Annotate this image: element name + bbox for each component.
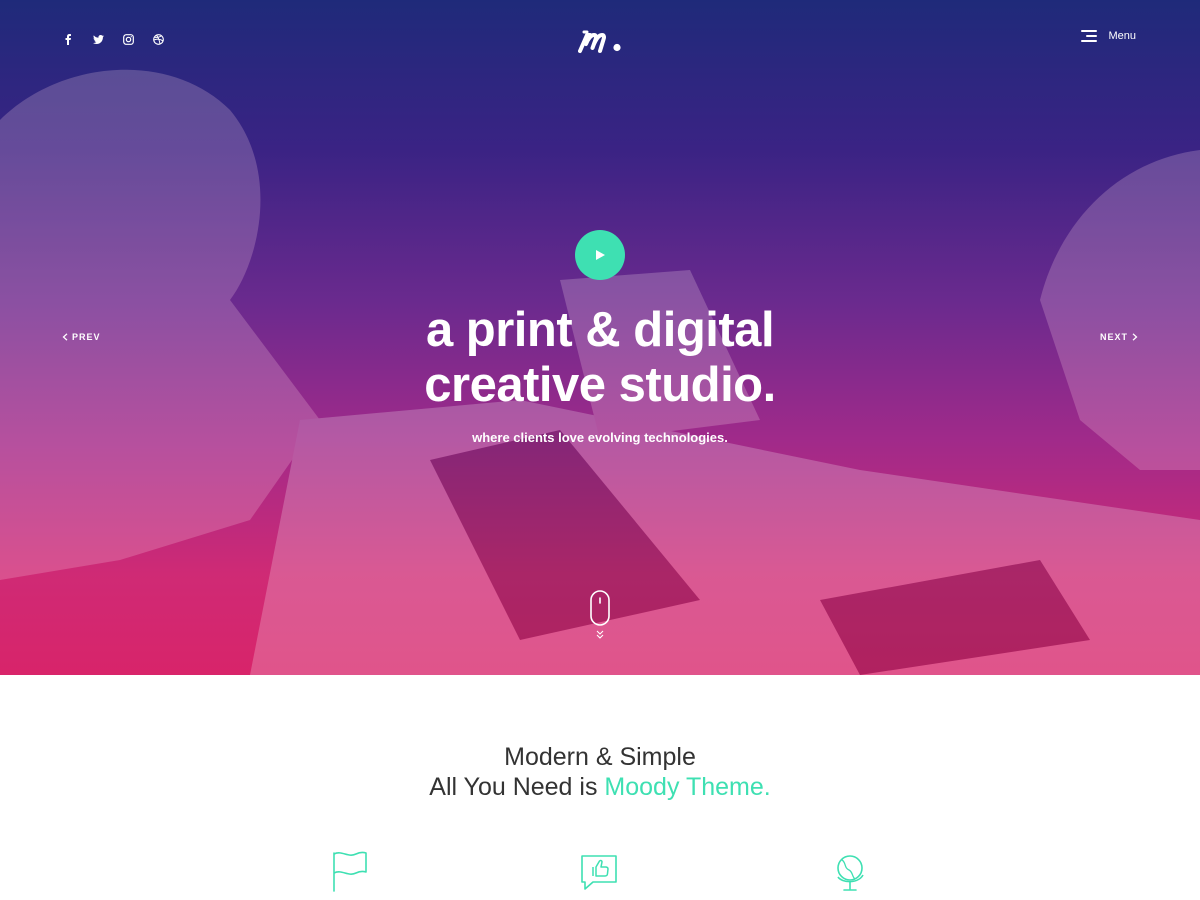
intro-line2: All You Need is Moody Theme. (0, 772, 1200, 802)
menu-label: Menu (1108, 30, 1136, 42)
hero-subtitle: where clients love evolving technologies… (472, 430, 728, 445)
intro-line2-accent: Moody Theme. (604, 773, 771, 801)
social-links (62, 33, 164, 45)
next-label: NEXT (1099, 332, 1128, 342)
prev-slide-button[interactable]: PREV (62, 332, 101, 342)
flag-icon (330, 850, 370, 892)
hero-title-line1: a print & digital (425, 303, 775, 357)
menu-button[interactable]: Menu (1081, 30, 1136, 42)
play-icon (596, 250, 605, 260)
intro-heading: Modern & Simple All You Need is Moody Th… (0, 742, 1200, 802)
chevron-left-icon (62, 333, 68, 341)
hero-title-line2: creative studio. (424, 358, 776, 412)
next-slide-button[interactable]: NEXT (1100, 332, 1138, 342)
hero-section: Menu a print & digital creative studio. … (0, 0, 1200, 675)
play-button[interactable] (575, 230, 625, 280)
moody-logo[interactable] (578, 28, 624, 54)
instagram-icon[interactable] (122, 33, 134, 45)
thumbs-up-chat-icon (579, 850, 619, 892)
intro-line1: Modern & Simple (504, 743, 696, 771)
mouse-scroll-icon[interactable] (590, 590, 610, 640)
twitter-icon[interactable] (92, 33, 104, 45)
dribbble-icon[interactable] (152, 33, 164, 45)
hero-title: a print & digital creative studio. (0, 303, 1200, 413)
facebook-icon[interactable] (62, 33, 74, 45)
prev-label: PREV (72, 332, 101, 342)
chevron-right-icon (1132, 333, 1138, 341)
globe-icon (830, 850, 870, 892)
intro-line2-prefix: All You Need is (429, 773, 598, 801)
hamburger-icon (1081, 30, 1098, 42)
